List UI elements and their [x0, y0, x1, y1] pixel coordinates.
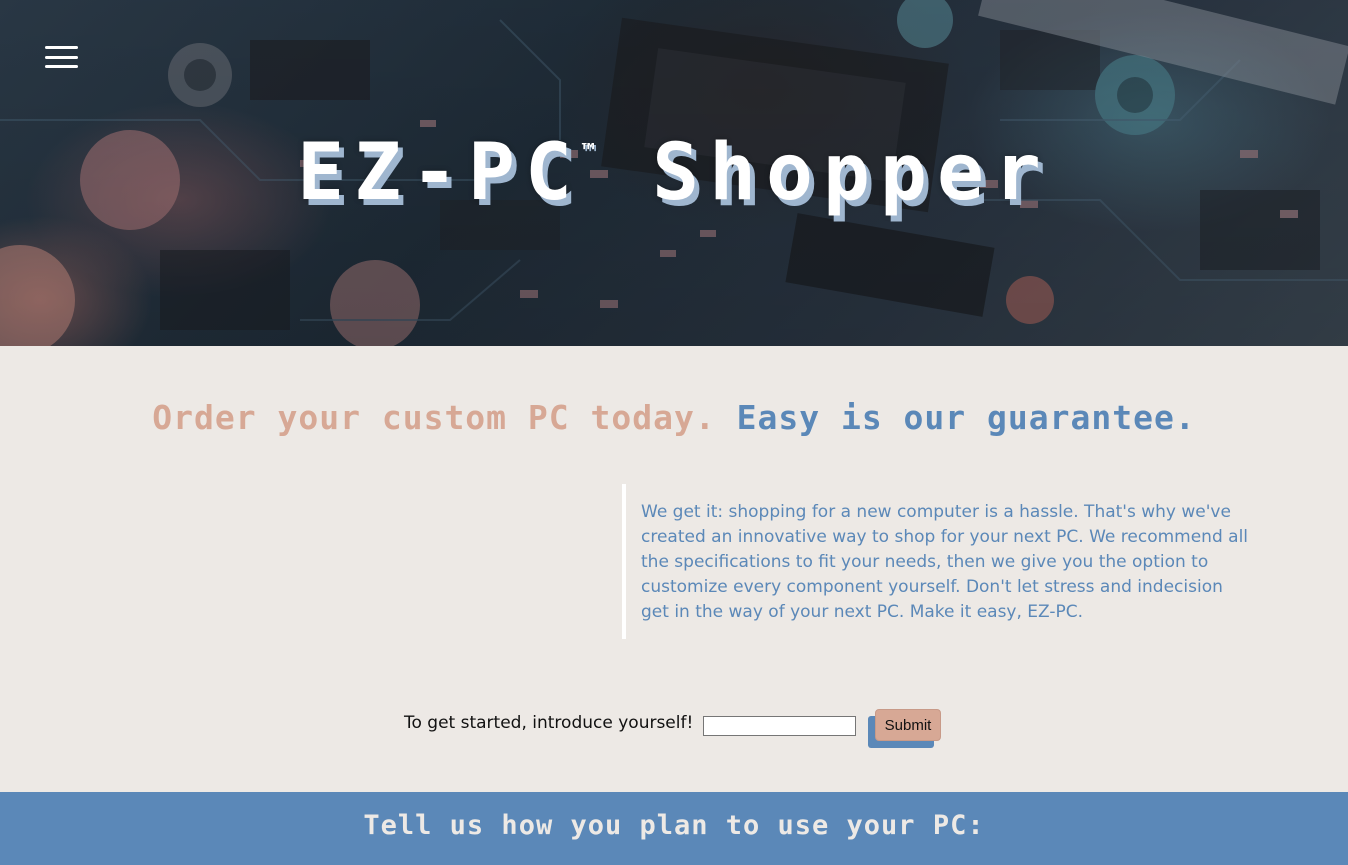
hero-banner: EZ-PC™ Shopper [0, 0, 1348, 346]
usage-section-title: Tell us how you plan to use your PC: [363, 810, 985, 841]
hamburger-menu-icon[interactable] [45, 46, 78, 68]
tagline-part-2: Easy is our guarantee. [736, 398, 1196, 437]
tagline: Order your custom PC today. Easy is our … [0, 398, 1348, 437]
trademark-symbol: ™ [581, 140, 596, 165]
site-title: EZ-PC™ Shopper [0, 128, 1348, 218]
name-label: To get started, introduce yourself! [404, 713, 694, 733]
site-title-main: EZ-PC [297, 128, 582, 218]
intro-quote: We get it: shopping for a new computer i… [622, 484, 1248, 639]
tagline-part-1: Order your custom PC today. [152, 398, 716, 437]
name-input[interactable] [703, 716, 856, 736]
site-title-suffix: Shopper [652, 128, 1051, 218]
submit-button[interactable]: Submit [875, 709, 941, 741]
usage-section: Tell us how you plan to use your PC: [0, 792, 1348, 865]
intro-form: To get started, introduce yourself! Subm… [0, 708, 1348, 752]
